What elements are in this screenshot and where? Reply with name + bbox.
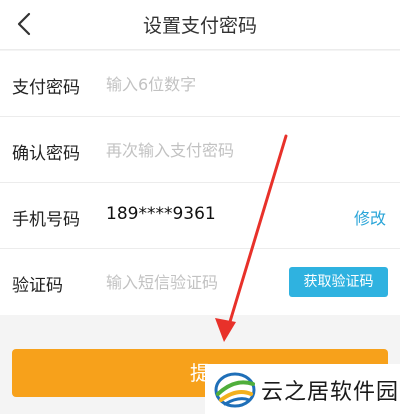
watermark-logo-icon xyxy=(214,372,256,408)
edit-phone-link[interactable]: 修改 xyxy=(354,205,386,229)
confirm-password-label: 确认密码 xyxy=(12,144,80,164)
pay-password-label: 支付密码 xyxy=(12,78,80,98)
verify-code-label: 验证码 xyxy=(12,276,63,296)
watermark-text: 云之居软件园 xyxy=(261,380,400,405)
phone-row: 手机号码 189****9361 修改 xyxy=(0,183,400,249)
confirm-password-row: 确认密码 xyxy=(0,117,400,183)
get-code-button[interactable]: 获取验证码 xyxy=(289,267,388,297)
watermark: 云之居软件园 xyxy=(205,364,400,414)
pay-password-row: 支付密码 xyxy=(0,51,400,117)
pay-password-input[interactable] xyxy=(106,70,326,98)
phone-label: 手机号码 xyxy=(12,210,80,230)
payment-password-form: 支付密码 确认密码 手机号码 189****9361 修改 验证码 获取验证码 xyxy=(0,51,400,315)
verify-code-row: 验证码 获取验证码 xyxy=(0,249,400,315)
verify-code-input[interactable] xyxy=(106,268,266,296)
phone-number: 189****9361 xyxy=(106,204,216,224)
confirm-password-input[interactable] xyxy=(106,136,326,164)
nav-header: 设置支付密码 xyxy=(0,0,400,50)
page-title: 设置支付密码 xyxy=(142,15,257,37)
